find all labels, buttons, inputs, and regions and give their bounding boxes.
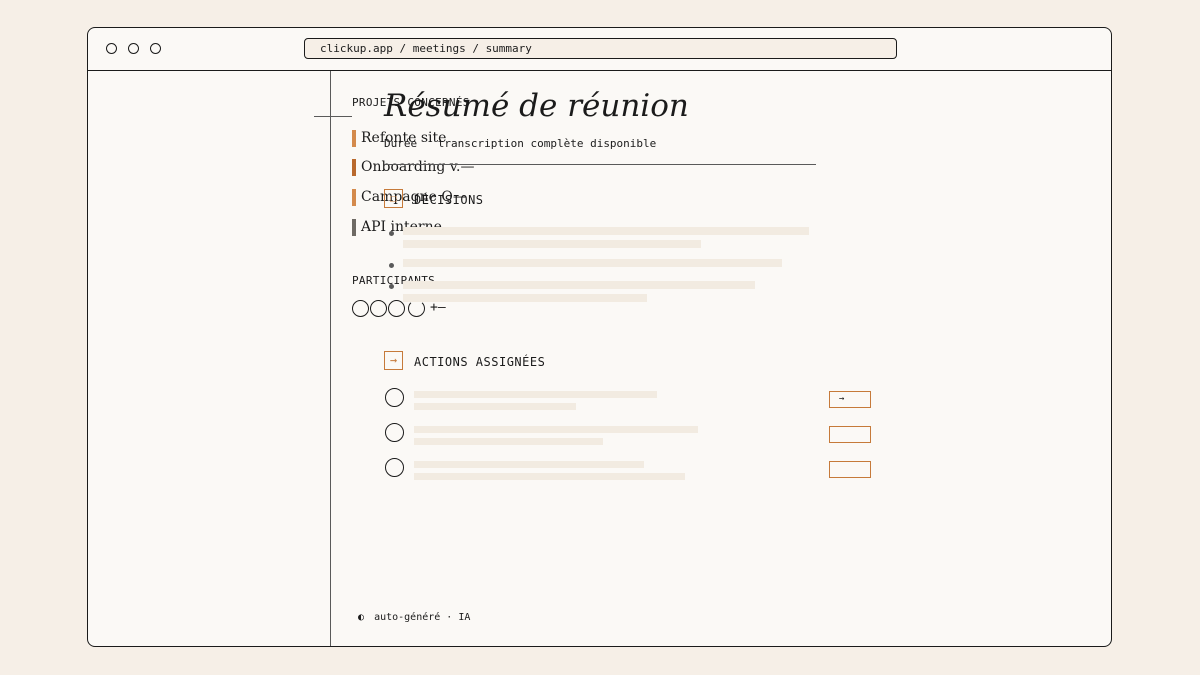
action-checkbox[interactable]: [385, 388, 404, 407]
actions-heading: ACTIONS ASSIGNÉES: [414, 355, 546, 369]
sidebar-divider: [330, 71, 331, 646]
address-bar[interactable]: clickup.app / meetings / summary: [304, 38, 897, 59]
footer-text: auto-généré · IA: [374, 612, 471, 623]
decision-bullet: [389, 263, 394, 268]
action-text-placeholder: [414, 473, 685, 480]
project-label: Onboarding v.—: [361, 159, 475, 175]
decisions-icon: ☐: [384, 189, 403, 208]
participant-avatar[interactable]: [388, 300, 405, 317]
decision-text-placeholder: [403, 259, 782, 267]
browser-window: clickup.app / meetings / summary PROJETS…: [87, 27, 1112, 647]
ai-icon: ◐: [358, 612, 365, 623]
title-accent-rule: [314, 116, 352, 117]
project-color-bar: [352, 219, 356, 236]
duration-label: Durée: [384, 137, 418, 150]
action-checkbox[interactable]: [385, 423, 404, 442]
decisions-heading: DÉCISIONS: [414, 193, 484, 207]
meta-line: Durée transcription complète disponible: [384, 137, 656, 150]
participant-avatar[interactable]: [352, 300, 369, 317]
add-participant-button[interactable]: +—: [430, 300, 446, 315]
decision-bullet: [389, 231, 394, 236]
action-text-placeholder: [414, 403, 576, 410]
assign-action-button[interactable]: [829, 461, 871, 478]
participant-avatar[interactable]: [408, 300, 425, 317]
decision-text-placeholder: [403, 281, 755, 289]
decision-text-placeholder: [403, 294, 647, 302]
project-color-bar: [352, 130, 356, 147]
action-text-placeholder: [414, 438, 603, 445]
action-text-placeholder: [414, 426, 698, 433]
window-maximize-button[interactable]: [150, 43, 161, 54]
window-close-button[interactable]: [106, 43, 117, 54]
participant-avatar[interactable]: [370, 300, 387, 317]
project-color-bar: [352, 189, 356, 206]
action-text-placeholder: [414, 391, 657, 398]
decision-bullet: [389, 284, 394, 289]
page-title: Résumé de réunion: [384, 88, 689, 124]
assign-action-button[interactable]: →: [829, 391, 871, 408]
decision-text-placeholder: [403, 240, 701, 248]
project-item[interactable]: Onboarding v.—: [352, 159, 475, 177]
action-text-placeholder: [414, 461, 644, 468]
title-bar: clickup.app / meetings / summary: [88, 28, 1111, 71]
footer: ◐ auto-généré · IA: [358, 612, 470, 623]
decision-text-placeholder: [403, 227, 809, 235]
header-divider: [384, 164, 816, 165]
assign-action-button[interactable]: [829, 426, 871, 443]
window-minimize-button[interactable]: [128, 43, 139, 54]
project-color-bar: [352, 159, 356, 176]
actions-icon: →: [384, 351, 403, 370]
action-checkbox[interactable]: [385, 458, 404, 477]
transcript-link[interactable]: transcription complète disponible: [438, 137, 657, 150]
